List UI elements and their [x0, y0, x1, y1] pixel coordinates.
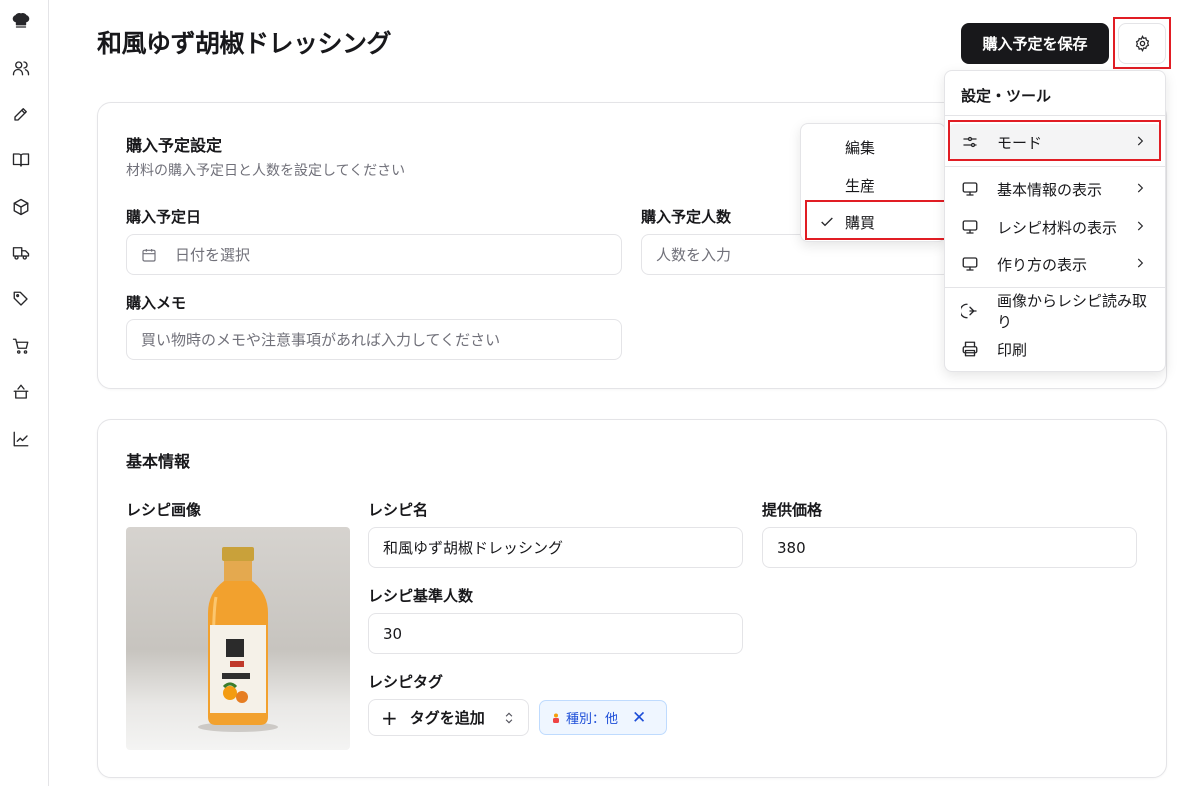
menu-divider: [945, 115, 1165, 116]
menu-item-print[interactable]: 印刷: [949, 331, 1161, 367]
purchase-date-input[interactable]: 日付を選択: [126, 234, 622, 275]
save-purchase-button[interactable]: 購入予定を保存: [961, 23, 1109, 64]
purchase-people-label: 購入予定人数: [641, 208, 732, 226]
purchase-memo-placeholder: 買い物時のメモや注意事項があれば入力してください: [141, 331, 501, 349]
printer-icon: [961, 340, 979, 358]
chevron-right-icon: [1133, 256, 1147, 270]
recipe-image-label: レシピ画像: [126, 501, 202, 519]
add-tag-label: タグを追加: [409, 709, 485, 727]
tag-chip-label: 種別：他: [566, 712, 619, 727]
chevrons-up-down-icon: [505, 712, 513, 724]
chef-hat-icon[interactable]: [11, 11, 31, 31]
menu-item-ingredients[interactable]: レシピ材料の表示: [949, 209, 1161, 245]
menu-item-instructions[interactable]: 作り方の表示: [949, 246, 1161, 282]
menu-item-label: 画像からレシピ読み取り: [997, 292, 1148, 331]
price-label: 提供価格: [762, 501, 823, 519]
menu-item-label: 作り方の表示: [997, 255, 1088, 274]
scan-icon: [961, 302, 979, 320]
page-title: 和風ゆず胡椒ドレッシング: [97, 29, 392, 58]
cooking-pot-icon[interactable]: [11, 382, 31, 402]
mode-option-label: 編集: [845, 138, 876, 157]
settings-menu: 設定・ツール モード 基本情報の表示 レシピ材料の表示 作り方の表示 画像からレ…: [944, 70, 1166, 372]
book-icon[interactable]: [11, 150, 31, 170]
purchase-plan-subtitle: 材料の購入予定日と人数を設定してください: [126, 163, 406, 179]
servings-input[interactable]: 30: [368, 613, 743, 654]
recipe-name-input[interactable]: 和風ゆず胡椒ドレッシング: [368, 527, 743, 568]
chevron-right-icon: [1133, 181, 1147, 195]
mode-option-purchase[interactable]: 購買: [805, 205, 943, 239]
add-tag-button[interactable]: + タグを追加: [368, 699, 529, 736]
plus-icon: +: [381, 705, 398, 730]
purchase-date-placeholder: 日付を選択: [175, 246, 251, 264]
mode-submenu: 編集 生産 購買: [800, 123, 946, 242]
menu-item-label: モード: [997, 133, 1043, 152]
gear-icon: [1135, 35, 1149, 52]
mode-option-label: 購買: [845, 213, 876, 232]
recipe-tags-label: レシピタグ: [368, 673, 444, 691]
tag-type-icon: [550, 712, 562, 724]
chevron-right-icon: [1133, 219, 1147, 233]
bottle-image: [198, 547, 278, 732]
remove-tag-icon[interactable]: ✕: [632, 708, 646, 728]
menu-item-mode[interactable]: モード: [949, 124, 1161, 160]
menu-item-basic-info[interactable]: 基本情報の表示: [949, 171, 1161, 207]
calendar-icon: [141, 247, 157, 263]
purchase-memo-label: 購入メモ: [126, 294, 187, 312]
sliders-icon: [961, 133, 979, 151]
mode-option-edit[interactable]: 編集: [805, 130, 943, 164]
recipe-name-label: レシピ名: [368, 501, 429, 519]
basic-info-title: 基本情報: [126, 452, 191, 471]
menu-item-scan-recipe[interactable]: 画像からレシピ読み取り: [949, 292, 1161, 331]
monitor-icon: [961, 180, 979, 198]
tags-icon[interactable]: [11, 289, 31, 309]
mode-option-label: 生産: [845, 176, 876, 195]
tag-chip: 種別：他 ✕: [539, 700, 667, 735]
menu-divider: [945, 287, 1165, 288]
price-input[interactable]: 380: [762, 527, 1137, 568]
menu-item-label: レシピ材料の表示: [997, 218, 1118, 237]
menu-divider: [945, 166, 1165, 167]
purchase-people-placeholder: 人数を入力: [656, 246, 732, 264]
settings-menu-title: 設定・ツール: [961, 87, 1052, 105]
settings-button[interactable]: [1118, 23, 1166, 64]
check-icon: [819, 214, 835, 230]
menu-item-label: 印刷: [997, 340, 1028, 359]
package-icon[interactable]: [11, 197, 31, 217]
purchase-plan-title: 購入予定設定: [126, 136, 223, 155]
cart-icon[interactable]: [11, 336, 31, 356]
users-icon[interactable]: [11, 58, 31, 78]
servings-label: レシピ基準人数: [368, 587, 474, 605]
servings-value: 30: [383, 624, 403, 643]
price-value: 380: [777, 538, 806, 557]
mode-option-production[interactable]: 生産: [805, 168, 943, 202]
recipe-name-value: 和風ゆず胡椒ドレッシング: [383, 539, 564, 557]
purchase-date-label: 購入予定日: [126, 208, 202, 226]
pen-icon[interactable]: [11, 104, 31, 124]
purchase-memo-input[interactable]: 買い物時のメモや注意事項があれば入力してください: [126, 319, 622, 360]
sidebar: [0, 0, 49, 786]
chevron-right-icon: [1133, 134, 1147, 148]
recipe-image[interactable]: [126, 527, 350, 750]
truck-icon[interactable]: [11, 243, 31, 263]
chart-line-icon[interactable]: [11, 429, 31, 449]
monitor-icon: [961, 255, 979, 273]
monitor-icon: [961, 218, 979, 236]
menu-item-label: 基本情報の表示: [997, 180, 1103, 199]
